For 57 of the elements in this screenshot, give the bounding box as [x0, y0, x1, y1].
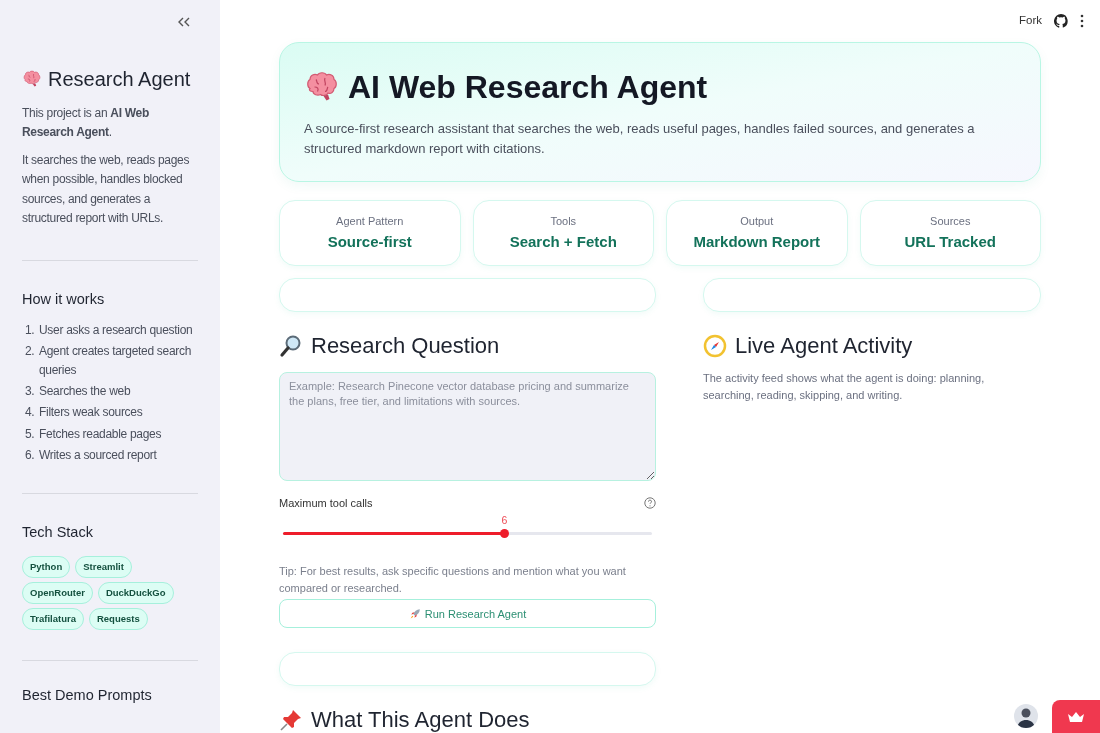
crown-icon [1067, 710, 1085, 723]
step-text: Filters weak sources [39, 404, 143, 422]
step-text: Searches the web [39, 383, 131, 401]
pushpin-icon [279, 708, 303, 733]
step-number: 6. [24, 446, 36, 464]
brain-icon [22, 69, 42, 89]
run-agent-button[interactable]: Run Research Agent [279, 599, 656, 629]
section-heading: Best Demo Prompts [22, 685, 153, 705]
slider-thumb[interactable] [499, 529, 509, 539]
step-number: 1. [24, 321, 36, 339]
tech-tag: Trafilatura [22, 607, 84, 630]
section-title: What This Agent Does [311, 706, 530, 733]
tech-tag: Requests [88, 607, 148, 630]
avatar[interactable] [1014, 704, 1038, 728]
compass-icon [703, 334, 727, 359]
stat-label: Tools [550, 213, 577, 229]
stat-value: Search + Fetch [509, 232, 617, 253]
magnifier-icon [279, 334, 303, 359]
tech-tag: OpenRouter [22, 581, 93, 604]
question-field[interactable]: Example: Research Pinecone vector database pricing and summarize the plans, free tier, and limitations with sources. [279, 371, 656, 481]
hero-title: AI Web Research Agent [348, 68, 708, 107]
activity-description: The activity feed shows what the agent is doing: planning, searching, reading, skipping, and writing. [703, 370, 986, 404]
step-text: Writes a sourced report [39, 446, 157, 464]
slider-label: Maximum tool calls [279, 495, 373, 511]
tip-text: Tip: For best results, ask specific questions and mention what you want compared or researched. [279, 564, 627, 597]
section-heading: Tech Stack [22, 523, 94, 542]
double-chevron-left-icon [178, 17, 190, 27]
tech-tag: Python [22, 555, 71, 578]
stat-value: URL Tracked [904, 232, 996, 253]
hero-subtitle: A source-first research assistant that searches the web, reads useful pages, handles failed sources, and generates a structured markdown report with citations. [304, 120, 976, 159]
stat-label: Agent Pattern [336, 213, 404, 229]
section-title: Research Question [311, 332, 500, 360]
step-text: Agent creates targeted search queries [39, 342, 193, 380]
step-number: 4. [24, 404, 36, 422]
stat-label: Output [740, 213, 774, 229]
section-heading: How it works [22, 289, 106, 309]
tech-tag: DuckDuckGo [97, 581, 174, 604]
stat-label: Sources [930, 213, 971, 229]
slider-value: 6 [501, 513, 508, 529]
fork-button[interactable]: Fork [1019, 12, 1042, 30]
stat-value: Markdown Report [693, 232, 821, 253]
streamlit-badge-button[interactable] [1052, 700, 1100, 733]
tech-tag: Streamlit [75, 555, 132, 578]
github-icon[interactable] [1054, 14, 1068, 28]
sidebar-title: Research Agent [48, 67, 191, 92]
step-text: Fetches readable pages [39, 425, 162, 443]
help-icon[interactable] [644, 497, 656, 510]
intro-text: This project is an AI Web Research Agent. [22, 105, 150, 141]
description-text: It searches the web, reads pages when possible, handles blocked sources, and generates a structured report with URLs. [22, 152, 191, 227]
step-text: User asks a research question [39, 321, 193, 339]
step-number: 2. [24, 342, 36, 360]
more-menu-icon[interactable] [1080, 14, 1084, 28]
rocket-icon [408, 607, 422, 621]
step-number: 5. [24, 425, 36, 443]
step-number: 3. [24, 383, 36, 401]
stat-value: Source-first [327, 232, 412, 253]
section-title: Live Agent Activity [735, 332, 913, 360]
